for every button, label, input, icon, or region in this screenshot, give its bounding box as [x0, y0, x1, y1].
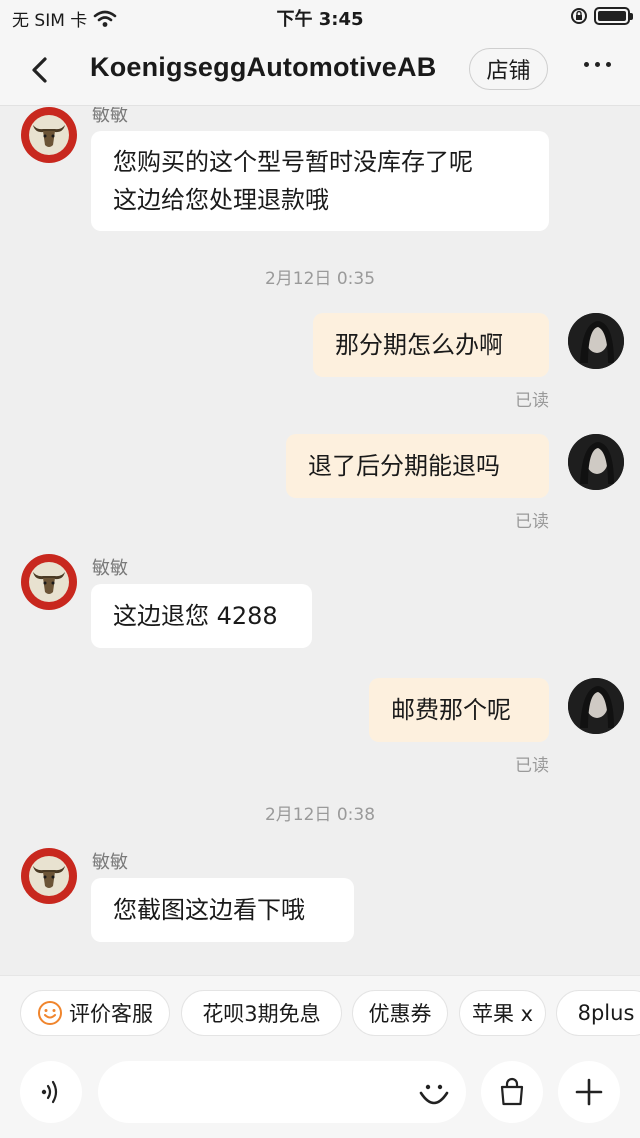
more-options-icon[interactable]	[584, 62, 611, 67]
read-receipt: 已读	[515, 391, 549, 411]
user-avatar[interactable]	[568, 678, 624, 734]
status-indicators	[570, 7, 633, 25]
add-button[interactable]	[558, 1061, 620, 1123]
smiley-icon	[38, 1001, 62, 1025]
user-photo-icon	[568, 434, 624, 490]
incoming-message-bubble[interactable]: 您截图这边看下哦	[91, 878, 354, 942]
shop-avatar[interactable]	[21, 554, 77, 610]
status-bar: 无 SIM 卡 下午 3:45	[0, 0, 640, 34]
emoji-icon[interactable]	[416, 1075, 452, 1111]
sender-name: 敏敏	[92, 852, 128, 873]
message-timestamp: 2月12日 0:35	[264, 269, 376, 289]
shopping-bag-button[interactable]	[481, 1061, 543, 1123]
back-arrow-icon[interactable]	[24, 54, 56, 86]
shop-avatar[interactable]	[21, 848, 77, 904]
read-receipt: 已读	[515, 756, 549, 776]
outgoing-message-bubble[interactable]: 那分期怎么办啊	[313, 313, 549, 377]
outgoing-message-bubble[interactable]: 退了后分期能退吗	[286, 434, 549, 498]
shop-button[interactable]: 店铺	[469, 48, 548, 90]
bull-logo-icon	[22, 108, 76, 162]
incoming-message-bubble[interactable]: 这边退您 4288	[91, 584, 312, 648]
voice-icon	[41, 1080, 58, 1104]
message-text: 这边给您处理退款哦	[113, 186, 329, 214]
quick-reply-huabei[interactable]: 花呗3期免息	[181, 990, 342, 1036]
incoming-message-bubble[interactable]: 您购买的这个型号暂时没库存了呢 这边给您处理退款哦	[91, 131, 549, 231]
message-timestamp: 2月12日 0:38	[264, 805, 376, 825]
plus-icon	[575, 1078, 603, 1106]
outgoing-message-bubble[interactable]: 邮费那个呢	[369, 678, 549, 742]
quick-reply-8plus[interactable]: 8plus	[556, 990, 640, 1036]
user-avatar[interactable]	[568, 313, 624, 369]
rotation-lock-icon	[571, 8, 587, 24]
battery-icon	[594, 7, 633, 25]
voice-button[interactable]	[20, 1061, 82, 1123]
shopping-bag-icon	[500, 1077, 524, 1106]
quick-reply-rate-service[interactable]: 评价客服	[20, 990, 170, 1036]
quick-reply-iphone-x[interactable]: 苹果 x	[459, 990, 546, 1036]
page-title: KoenigseggAutomotiveAB	[90, 52, 437, 82]
chat-header: KoenigseggAutomotiveAB 店铺	[0, 34, 640, 106]
quick-reply-bar: 评价客服 花呗3期免息 优惠券 苹果 x 8plus	[0, 975, 640, 1053]
message-text: 您购买的这个型号暂时没库存了呢	[113, 148, 473, 176]
message-list[interactable]: 敏敏 您购买的这个型号暂时没库存了呢 这边给您处理退款哦 2月12日 0:35 …	[0, 107, 640, 975]
read-receipt: 已读	[515, 512, 549, 532]
user-photo-icon	[568, 678, 624, 734]
user-photo-icon	[568, 313, 624, 369]
user-avatar[interactable]	[568, 434, 624, 490]
quick-reply-coupon[interactable]: 优惠券	[352, 990, 448, 1036]
bull-logo-icon	[22, 849, 76, 903]
message-input[interactable]	[98, 1061, 466, 1123]
bull-logo-icon	[22, 555, 76, 609]
sender-name: 敏敏	[92, 558, 128, 579]
status-time: 下午 3:45	[276, 9, 364, 30]
chip-label: 评价客服	[69, 1002, 153, 1026]
input-bar	[0, 1053, 640, 1138]
shop-avatar[interactable]	[21, 107, 77, 163]
sender-name: 敏敏	[92, 107, 128, 126]
